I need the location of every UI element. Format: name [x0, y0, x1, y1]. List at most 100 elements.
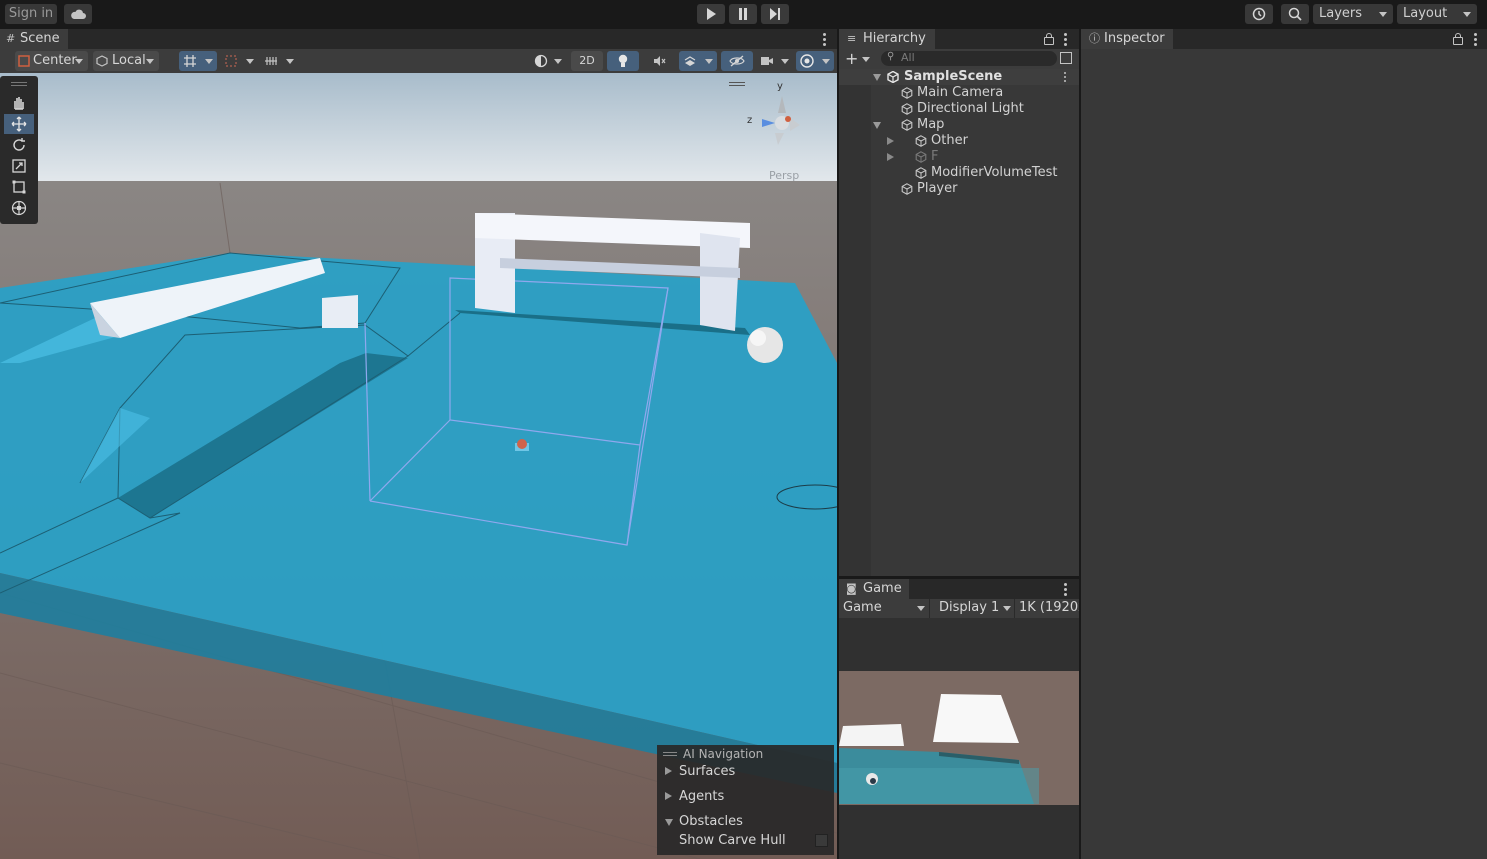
tab-scene-label: Scene: [20, 31, 60, 46]
cloud-button[interactable]: [64, 4, 92, 24]
chevron-right-icon[interactable]: [887, 137, 894, 145]
audio-toggle[interactable]: [643, 51, 675, 71]
camera-settings-dropdown[interactable]: [757, 51, 793, 71]
transform-icon: [11, 200, 27, 216]
show-carve-hull-checkbox[interactable]: [815, 834, 828, 847]
resolution-dropdown[interactable]: 1K (1920x1: [1019, 600, 1079, 615]
gizmo-y-label: y: [777, 81, 783, 92]
hierarchy-item[interactable]: Other: [839, 133, 1079, 149]
lock-icon[interactable]: [1044, 33, 1054, 45]
section-surfaces[interactable]: Surfaces: [665, 764, 735, 779]
chevron-down-icon: [781, 59, 789, 64]
tab-scene[interactable]: # Scene: [0, 29, 68, 49]
hierarchy-item[interactable]: ModifierVolumeTest: [839, 165, 1079, 181]
sign-in-button[interactable]: Sign in: [5, 4, 57, 24]
tab-game-label: Game: [863, 581, 902, 596]
chevron-down-icon: [554, 59, 562, 64]
play-button[interactable]: [697, 4, 725, 24]
tab-inspector[interactable]: ⓘ Inspector: [1081, 29, 1173, 49]
persp-label[interactable]: Persp: [769, 169, 799, 182]
rotate-icon: [13, 138, 25, 151]
gizmos-icon: [800, 54, 814, 68]
toolbar-divider: [1014, 599, 1015, 618]
hand-tool-button[interactable]: [4, 93, 34, 113]
effects-dropdown[interactable]: [679, 51, 717, 71]
scene-visibility-toggle[interactable]: [721, 51, 753, 71]
chevron-down-icon: [246, 59, 254, 64]
align-dropdown[interactable]: [262, 51, 298, 71]
chevron-down-icon: [146, 59, 154, 64]
chevron-right-icon[interactable]: [887, 153, 894, 161]
increment-snap-toggle[interactable]: [220, 51, 258, 71]
unity-scene-icon: [887, 71, 899, 83]
game-view-dropdown[interactable]: Game: [843, 600, 882, 615]
ai-navigation-title: AI Navigation: [683, 747, 764, 761]
lock-icon[interactable]: [1453, 33, 1463, 45]
game-menu-kebab-icon[interactable]: [1064, 583, 1067, 598]
scene-row-kebab-icon[interactable]: [1064, 72, 1067, 84]
scene-root-row[interactable]: SampleScene: [839, 69, 1079, 85]
hierarchy-item[interactable]: Main Camera: [839, 85, 1079, 101]
chevron-down-icon: [205, 59, 213, 64]
play-icon: [707, 8, 716, 20]
layers-label: Layers: [1319, 6, 1363, 21]
scene-viewport[interactable]: y z Persp AI Navigation Surfaces Agents …: [0, 73, 837, 859]
hierarchy-menu-kebab-icon[interactable]: [1064, 33, 1067, 48]
transform-tool-button[interactable]: [4, 198, 34, 218]
hierarchy-item[interactable]: Directional Light: [839, 101, 1079, 117]
overlay-drag-handle[interactable]: [663, 752, 677, 753]
lighting-toggle[interactable]: [607, 51, 639, 71]
history-icon: [1252, 7, 1266, 21]
gameobject-cube-icon: [915, 151, 927, 163]
gizmo-z-label: z: [747, 115, 753, 126]
hierarchy-item[interactable]: F: [839, 149, 1079, 165]
move-icon: [11, 116, 27, 132]
tab-game[interactable]: ◙ Game: [839, 579, 909, 599]
pivot-mode-label: Center: [33, 53, 77, 68]
section-obstacles[interactable]: Obstacles: [665, 814, 743, 829]
chevron-down-icon: [1003, 606, 1011, 611]
hierarchy-item[interactable]: Map: [839, 117, 1079, 133]
scene-name: SampleScene: [904, 69, 1003, 84]
hierarchy-item-label: Player: [917, 181, 958, 196]
gizmos-dropdown[interactable]: [796, 51, 834, 71]
scene-search-icon[interactable]: [1060, 52, 1072, 64]
inspector-menu-kebab-icon[interactable]: [1474, 33, 1477, 48]
toolbar-divider: [929, 599, 930, 618]
layout-dropdown[interactable]: Layout: [1397, 4, 1477, 24]
grid-snap-toggle[interactable]: [179, 51, 217, 71]
hierarchy-item[interactable]: Player: [839, 181, 1079, 197]
add-object-button[interactable]: +: [845, 50, 858, 68]
shading-mode-icon: [534, 54, 548, 68]
draw-mode-dropdown[interactable]: [530, 51, 566, 71]
tool-palette: [0, 76, 38, 224]
palette-drag-handle[interactable]: [11, 82, 27, 83]
rect-tool-button[interactable]: [4, 177, 34, 197]
chevron-down-icon[interactable]: [873, 122, 881, 129]
step-button[interactable]: [761, 4, 789, 24]
pause-button[interactable]: [729, 4, 757, 24]
rotate-tool-button[interactable]: [4, 135, 34, 155]
pivot-mode-dropdown[interactable]: Center: [15, 51, 88, 71]
section-obstacles-label: Obstacles: [679, 814, 743, 829]
layers-dropdown[interactable]: Layers: [1313, 4, 1393, 24]
scale-tool-button[interactable]: [4, 156, 34, 176]
tab-hierarchy[interactable]: ≡ Hierarchy: [839, 29, 935, 49]
move-tool-button[interactable]: [4, 114, 34, 134]
overlay-menu-handle[interactable]: [729, 82, 745, 83]
hierarchy-tabbar: ≡ Hierarchy: [839, 29, 1079, 49]
pivot-space-label: Local: [112, 53, 146, 68]
section-agents[interactable]: Agents: [665, 789, 724, 804]
search-button[interactable]: [1281, 4, 1309, 24]
hierarchy-search-field[interactable]: ⚲ All: [881, 51, 1057, 66]
game-viewport[interactable]: [839, 618, 1079, 859]
hierarchy-item-label: Other: [931, 133, 968, 148]
display-dropdown[interactable]: Display 1: [939, 600, 999, 615]
grid-snap-icon: [184, 55, 196, 67]
hierarchy-panel: SampleScene Main Camera Directional Light…: [839, 69, 1079, 576]
history-button[interactable]: [1245, 4, 1273, 24]
2d-mode-toggle[interactable]: 2D: [571, 51, 603, 71]
scene-menu-kebab-icon[interactable]: [823, 33, 826, 48]
chevron-right-icon: [665, 792, 672, 800]
pivot-space-dropdown[interactable]: Local: [93, 51, 159, 71]
